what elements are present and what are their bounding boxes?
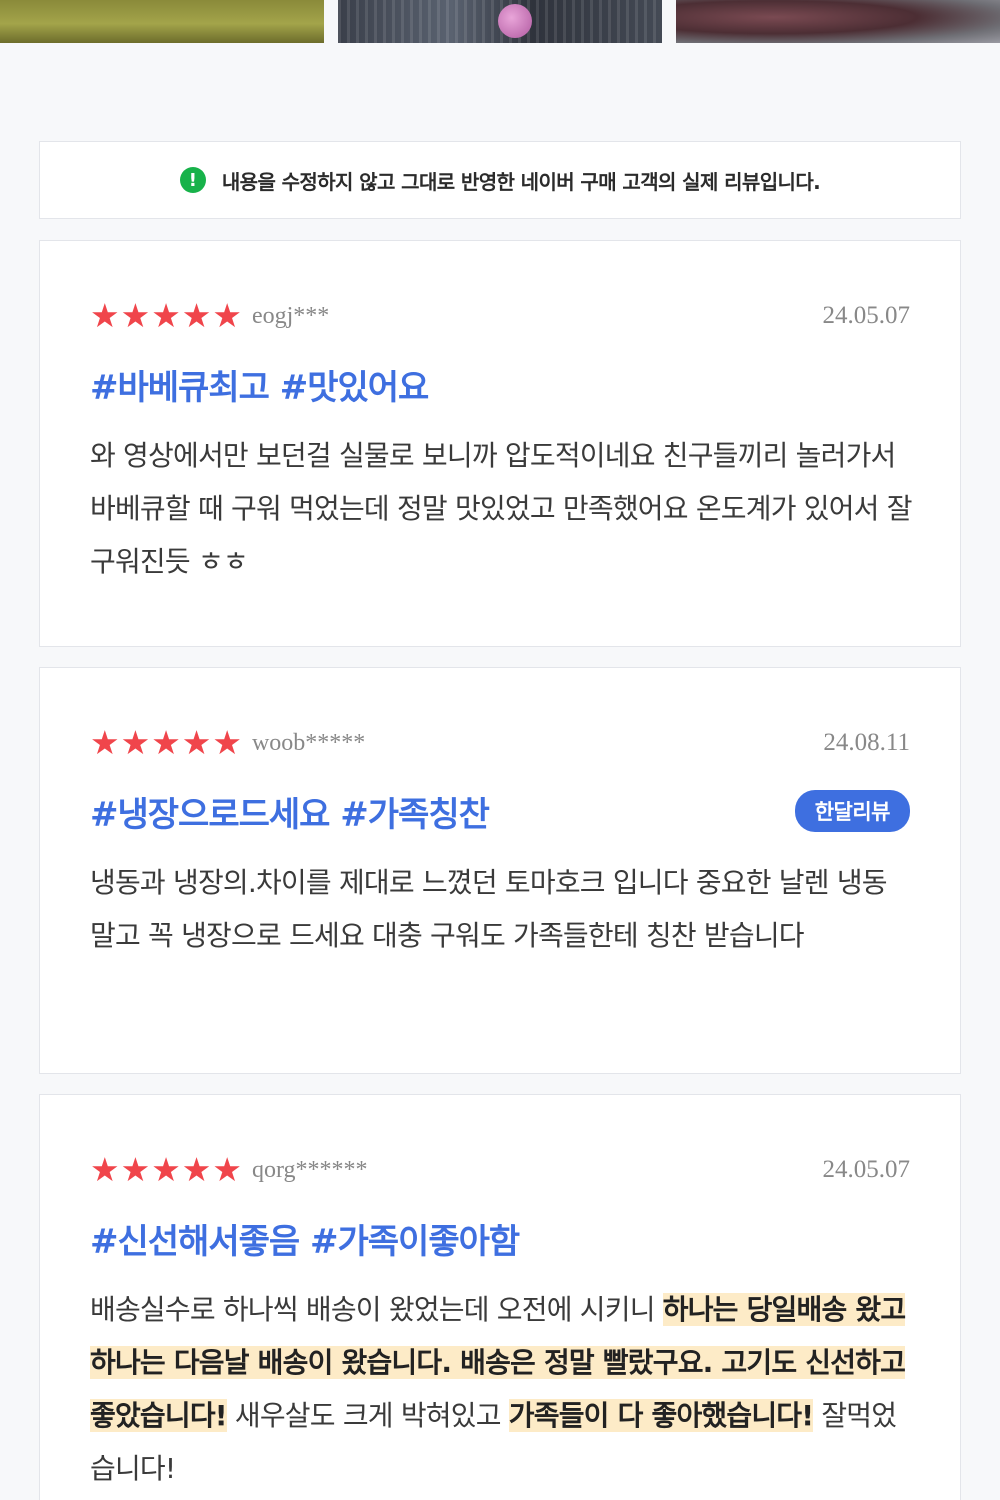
review-card: ★ ★ ★ ★ ★ woob***** 24.08.11 #냉장으로드세요 #가… bbox=[39, 667, 961, 1074]
star-icon: ★ bbox=[181, 1150, 212, 1189]
review-card: ★ ★ ★ ★ ★ qorg****** 24.05.07 #신선해서좋음 #가… bbox=[39, 1094, 961, 1500]
review-body: 냉동과 냉장의.차이를 제대로 느꼈던 토마호크 입니다 중요한 날렌 냉동 말… bbox=[90, 856, 914, 962]
star-rating: ★ ★ ★ ★ ★ bbox=[90, 726, 242, 760]
review-meta: ★ ★ ★ ★ ★ qorg****** 24.05.07 bbox=[90, 1153, 910, 1187]
review-text: 냉동과 냉장의.차이를 제대로 느꼈던 토마호크 입니다 중요한 날렌 냉동 말… bbox=[90, 866, 888, 952]
review-tags-row: #냉장으로드세요 #가족칭찬 한달리뷰 bbox=[90, 788, 910, 835]
reviewer-id: eogj*** bbox=[251, 302, 330, 329]
star-icon: ★ bbox=[90, 1150, 120, 1189]
star-icon: ★ bbox=[212, 723, 242, 762]
star-icon: ★ bbox=[90, 296, 120, 335]
review-tags-row: #바베큐최고 #맛있어요 bbox=[90, 361, 910, 408]
exclamation-circle-icon: ! bbox=[179, 167, 206, 193]
review-tags: #신선해서좋음 #가족이좋아함 bbox=[90, 1221, 520, 1262]
star-rating: ★ ★ ★ ★ ★ bbox=[90, 1153, 242, 1187]
review-photo-1[interactable] bbox=[0, 0, 324, 43]
review-text: 새우살도 크게 박혀있고 bbox=[226, 1399, 509, 1432]
monthly-review-badge: 한달리뷰 bbox=[794, 790, 910, 832]
star-icon: ★ bbox=[181, 723, 212, 762]
review-card: ★ ★ ★ ★ ★ eogj*** 24.05.07 #바베큐최고 #맛있어요 … bbox=[39, 240, 961, 647]
review-text: 배송실수로 하나씩 배송이 왔었는데 오전에 시키니 bbox=[90, 1293, 663, 1326]
review-tags: #냉장으로드세요 #가족칭찬 bbox=[90, 794, 490, 835]
review-text: 와 영상에서만 보던걸 실물로 보니까 압도적이네요 친구들끼리 놀러가서 바베… bbox=[90, 439, 913, 578]
star-icon: ★ bbox=[212, 1150, 242, 1189]
star-icon: ★ bbox=[212, 296, 242, 335]
notice-text: 내용을 수정하지 않고 그대로 반영한 네이버 구매 고객의 실제 리뷰입니다. bbox=[221, 169, 821, 194]
review-meta: ★ ★ ★ ★ ★ woob***** 24.08.11 bbox=[90, 726, 910, 760]
review-body: 와 영상에서만 보던걸 실물로 보니까 압도적이네요 친구들끼리 놀러가서 바베… bbox=[90, 429, 914, 588]
review-photo-3[interactable] bbox=[676, 0, 1000, 43]
star-icon: ★ bbox=[90, 723, 120, 762]
star-icon: ★ bbox=[120, 296, 151, 335]
star-icon: ★ bbox=[151, 723, 181, 762]
review-tags-row: #신선해서좋음 #가족이좋아함 bbox=[90, 1215, 910, 1262]
star-rating: ★ ★ ★ ★ ★ bbox=[90, 299, 242, 333]
review-meta: ★ ★ ★ ★ ★ eogj*** 24.05.07 bbox=[90, 299, 910, 333]
star-icon: ★ bbox=[120, 723, 151, 762]
review-body: 배송실수로 하나씩 배송이 왔었는데 오전에 시키니 하나는 당일배송 왔고 하… bbox=[90, 1283, 914, 1495]
review-date: 24.08.11 bbox=[823, 729, 910, 756]
review-tags: #바베큐최고 #맛있어요 bbox=[90, 367, 429, 408]
star-icon: ★ bbox=[120, 1150, 151, 1189]
review-highlight: 가족들이 다 좋아했습니다! bbox=[508, 1399, 814, 1432]
review-photo-2[interactable] bbox=[338, 0, 662, 43]
star-icon: ★ bbox=[181, 296, 212, 335]
authentic-review-notice: ! 내용을 수정하지 않고 그대로 반영한 네이버 구매 고객의 실제 리뷰입니… bbox=[39, 141, 961, 219]
review-photo-strip bbox=[0, 0, 1000, 44]
star-icon: ★ bbox=[151, 296, 181, 335]
review-date: 24.05.07 bbox=[822, 302, 911, 329]
review-date: 24.05.07 bbox=[822, 1156, 911, 1183]
reviewer-id: woob***** bbox=[251, 729, 366, 756]
star-icon: ★ bbox=[151, 1150, 181, 1189]
reviewer-id: qorg****** bbox=[251, 1156, 368, 1183]
